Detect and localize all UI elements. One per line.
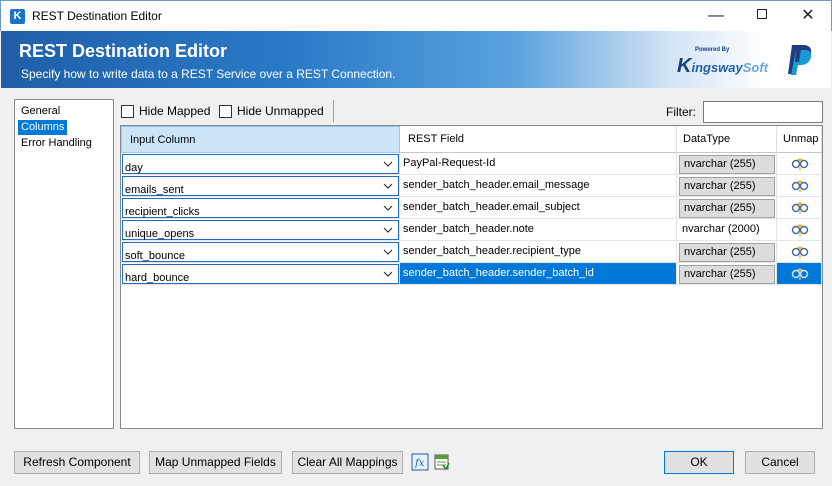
mapping-grid: Input Column REST Field DataType Unmap d… <box>120 125 823 429</box>
kingsway-app-icon: K <box>10 9 25 24</box>
table-row-selected: hard_bounce sender_batch_header.sender_b… <box>121 263 822 285</box>
table-row: emails_sent sender_batch_header.email_me… <box>121 175 822 197</box>
maximize-button[interactable] <box>739 1 785 31</box>
left-nav: General Columns Error Handling <box>14 99 114 429</box>
nav-item-general[interactable]: General <box>18 104 63 119</box>
datatype-cell: nvarchar (2000) <box>682 223 760 235</box>
column-header-rest-field[interactable]: REST Field <box>400 126 677 153</box>
window-title: REST Destination Editor <box>32 9 162 23</box>
banner-title: REST Destination Editor <box>19 41 228 61</box>
input-column-select[interactable]: emails_sent <box>122 176 399 196</box>
maximize-icon <box>757 9 767 20</box>
banner-subtitle: Specify how to write data to a REST Serv… <box>21 67 396 81</box>
unmap-icon[interactable] <box>791 223 809 237</box>
rest-field-cell: sender_batch_header.email_subject <box>400 197 677 219</box>
filter-input[interactable] <box>703 101 823 123</box>
datatype-cell: nvarchar (255) <box>679 199 775 218</box>
toolbar-separator <box>333 100 334 122</box>
hide-unmapped-checkbox[interactable] <box>219 105 232 118</box>
refresh-component-button[interactable]: Refresh Component <box>14 451 140 474</box>
hide-mapped-label: Hide Mapped <box>139 104 211 118</box>
kingswaysoft-logo: Powered By KingswaySoft <box>677 47 769 77</box>
nav-item-columns[interactable]: Columns <box>18 120 68 135</box>
title-bar: K REST Destination Editor — ✕ <box>0 0 832 31</box>
expression-icon[interactable]: fx <box>411 453 429 471</box>
table-row: unique_opens sender_batch_header.note nv… <box>121 219 822 241</box>
close-button[interactable]: ✕ <box>785 1 831 31</box>
rest-field-cell: sender_batch_header.note <box>400 219 677 241</box>
unmap-icon[interactable] <box>791 179 809 193</box>
chevron-down-icon <box>383 271 393 277</box>
rest-field-cell: PayPal-Request-Id <box>400 153 677 175</box>
map-unmapped-fields-button[interactable]: Map Unmapped Fields <box>149 451 282 474</box>
header-banner: REST Destination Editor Specify how to w… <box>1 31 831 88</box>
unmap-icon[interactable] <box>791 245 809 259</box>
unmap-icon[interactable] <box>791 157 809 171</box>
chevron-down-icon <box>383 227 393 233</box>
input-column-select[interactable]: hard_bounce <box>122 264 399 284</box>
column-header-input[interactable]: Input Column <box>121 126 400 153</box>
hide-mapped-checkbox[interactable] <box>121 105 134 118</box>
logo-powered-by: Powered By <box>695 47 730 53</box>
input-column-select[interactable]: soft_bounce <box>122 242 399 262</box>
datatype-cell: nvarchar (255) <box>679 177 775 196</box>
chevron-down-icon <box>383 205 393 211</box>
datatype-cell: nvarchar (255) <box>679 243 775 262</box>
paypal-logo <box>788 45 812 75</box>
logo-wordmark: KingswaySoft <box>677 55 769 77</box>
datatype-cell: nvarchar (255) <box>679 265 775 284</box>
unmap-icon[interactable] <box>791 201 809 215</box>
hide-unmapped-label: Hide Unmapped <box>237 104 324 118</box>
cancel-button[interactable]: Cancel <box>745 451 815 474</box>
ok-button[interactable]: OK <box>664 451 734 474</box>
input-column-select[interactable]: recipient_clicks <box>122 198 399 218</box>
input-column-select[interactable]: day <box>122 154 399 174</box>
datatype-cell: nvarchar (255) <box>679 155 775 174</box>
unmap-icon[interactable] <box>791 267 809 281</box>
column-header-unmap[interactable]: Unmap <box>777 126 822 153</box>
data-preview-icon[interactable] <box>433 453 451 471</box>
table-row: soft_bounce sender_batch_header.recipien… <box>121 241 822 263</box>
input-column-select[interactable]: unique_opens <box>122 220 399 240</box>
chevron-down-icon <box>383 161 393 167</box>
clear-all-mappings-button[interactable]: Clear All Mappings <box>292 451 403 474</box>
chevron-down-icon <box>383 183 393 189</box>
table-row: day PayPal-Request-Id nvarchar (255) <box>121 153 822 175</box>
rest-field-cell: sender_batch_header.recipient_type <box>400 241 677 263</box>
table-row: recipient_clicks sender_batch_header.ema… <box>121 197 822 219</box>
rest-field-cell: sender_batch_header.sender_batch_id <box>400 263 677 285</box>
nav-item-error-handling[interactable]: Error Handling <box>18 136 95 151</box>
chevron-down-icon <box>383 249 393 255</box>
svg-text:fx: fx <box>414 458 425 469</box>
minimize-button[interactable]: — <box>693 1 739 31</box>
column-header-datatype[interactable]: DataType <box>677 126 777 153</box>
rest-field-cell: sender_batch_header.email_message <box>400 175 677 197</box>
filter-label: Filter: <box>666 105 696 119</box>
